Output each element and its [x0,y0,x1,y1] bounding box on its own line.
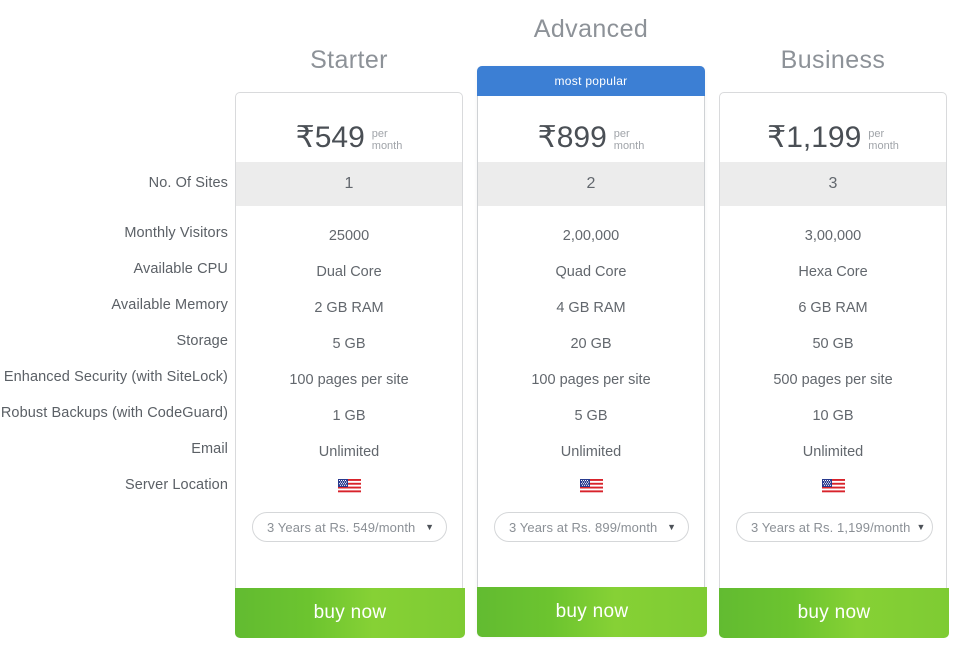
price-row-business: ₹1,199 per month [720,115,946,161]
value-available-memory-business: 6 GB RAM [798,300,868,316]
pricing-comparison-table: No. Of Sites Monthly Visitors Available … [0,0,967,656]
value-email-starter: Unlimited [318,444,380,460]
price-amount-business: ₹1,199 [767,121,862,154]
buy-now-button-starter[interactable]: buy now [235,588,465,638]
sites-band-advanced: 2 [478,162,704,206]
term-select-business[interactable]: 3 Years at Rs. 1,199/month ▼ [736,512,933,542]
us-flag-icon [337,478,361,494]
chevron-down-icon: ▼ [916,521,926,532]
sites-value-business: 3 [828,175,838,192]
price-period-line2: month [868,139,899,152]
plan-card-advanced: most popular ₹899 per month 2 2,00,000 Q… [477,66,707,637]
term-select-advanced[interactable]: 3 Years at Rs. 899/month ▼ [494,512,689,542]
us-flag-icon [821,478,845,494]
sites-band-starter: 1 [236,162,462,206]
most-popular-badge: most popular [477,66,705,96]
value-server-location-starter [236,477,462,495]
value-available-memory-starter: 2 GB RAM [314,300,384,316]
feature-label-available-cpu: Available CPU [133,261,228,277]
value-enhanced-security-business: 500 pages per site [773,372,893,388]
feature-label-monthly-visitors: Monthly Visitors [124,225,228,241]
price-period-line2: month [371,139,403,152]
sites-band-business: 3 [720,162,946,206]
plan-title-business: Business [780,46,886,74]
term-select-value-starter: 3 Years at Rs. 549/month [267,519,416,535]
value-monthly-visitors-business: 3,00,000 [804,228,862,244]
price-period-business: per month [868,128,899,152]
buy-now-button-advanced[interactable]: buy now [477,587,707,637]
price-period-advanced: per month [614,128,645,152]
plan-card-starter: ₹549 per month 1 25000 Dual Core 2 GB RA… [235,92,465,638]
feature-label-server-location: Server Location [124,477,228,493]
feature-label-column: No. Of Sites Monthly Visitors Available … [0,0,228,656]
value-server-location-advanced [478,477,704,495]
price-period-line1: per [613,127,630,140]
term-select-starter[interactable]: 3 Years at Rs. 549/month ▼ [252,512,447,542]
value-available-cpu-starter: Dual Core [316,264,382,280]
feature-label-email: Email [191,441,228,457]
value-robust-backups-business: 10 GB [812,408,854,424]
price-row-advanced: ₹899 per month [478,115,704,161]
value-monthly-visitors-advanced: 2,00,000 [562,228,620,244]
price-period-line1: per [371,127,388,140]
price-amount-starter: ₹549 [295,121,365,154]
price-amount-advanced: ₹899 [537,121,607,154]
sites-value-advanced: 2 [586,175,596,192]
plan-title-advanced: Advanced [533,15,649,43]
plan-title-starter: Starter [310,46,388,74]
value-server-location-business [720,477,946,495]
plan-card-business: ₹1,199 per month 3 3,00,000 Hexa Core 6 … [719,92,949,638]
value-robust-backups-advanced: 5 GB [574,408,608,424]
value-storage-business: 50 GB [812,336,854,352]
feature-label-storage: Storage [176,333,228,349]
value-available-cpu-advanced: Quad Core [555,264,627,280]
value-available-cpu-business: Hexa Core [798,264,868,280]
term-select-value-business: 3 Years at Rs. 1,199/month [751,519,911,535]
chevron-down-icon: ▼ [425,521,434,532]
feature-label-no-of-sites: No. Of Sites [148,175,228,191]
chevron-down-icon: ▼ [667,521,676,532]
price-row-starter: ₹549 per month [236,115,462,161]
feature-label-robust-backups: Robust Backups (with CodeGuard) [0,405,228,421]
value-robust-backups-starter: 1 GB [332,408,366,424]
sites-value-starter: 1 [344,175,354,192]
value-email-advanced: Unlimited [560,444,622,460]
price-period-line2: month [613,139,645,152]
price-period-line1: per [868,127,885,140]
value-email-business: Unlimited [802,444,864,460]
feature-label-enhanced-security: Enhanced Security (with SiteLock) [3,369,228,385]
us-flag-icon [579,478,603,494]
feature-label-available-memory: Available Memory [111,297,228,313]
value-monthly-visitors-starter: 25000 [328,228,370,244]
buy-now-button-business[interactable]: buy now [719,588,949,638]
value-enhanced-security-advanced: 100 pages per site [531,372,651,388]
term-select-value-advanced: 3 Years at Rs. 899/month [509,519,658,535]
price-period-starter: per month [372,128,403,152]
value-storage-advanced: 20 GB [570,336,612,352]
value-enhanced-security-starter: 100 pages per site [289,372,409,388]
value-storage-starter: 5 GB [332,336,366,352]
value-available-memory-advanced: 4 GB RAM [556,300,626,316]
